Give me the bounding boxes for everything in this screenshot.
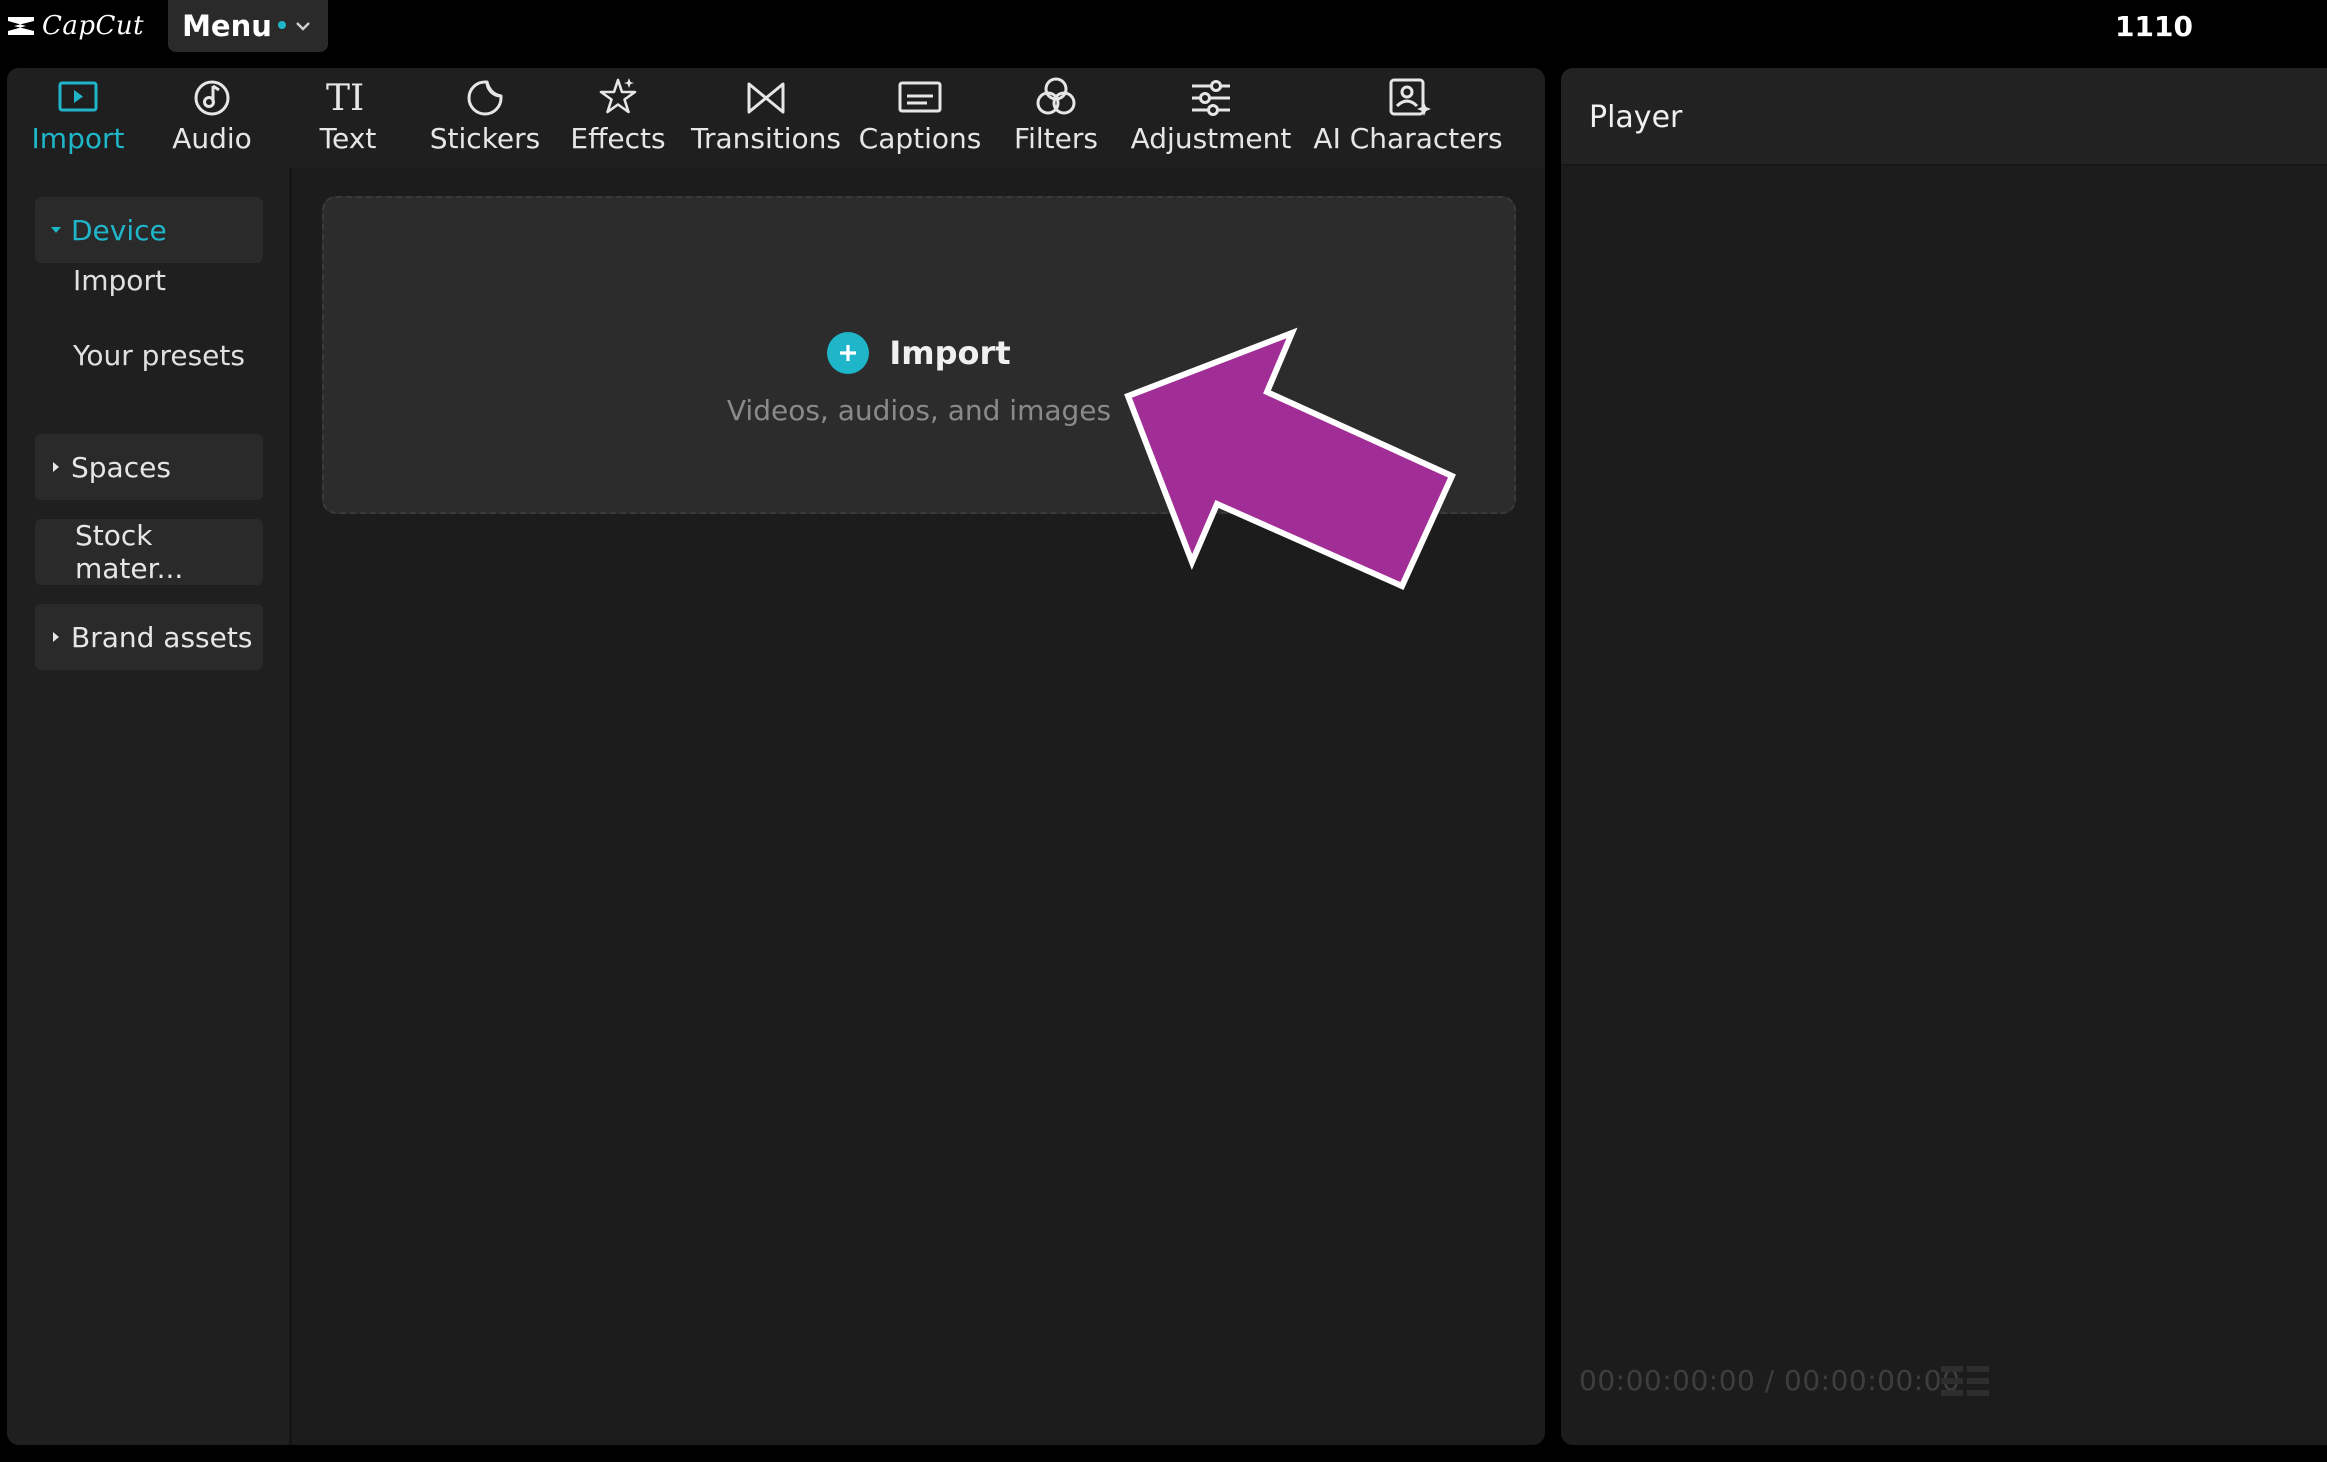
plus-icon	[827, 332, 870, 374]
menu-label: Menu	[182, 9, 272, 43]
counter-text: 1110	[2115, 10, 2193, 43]
tab-transitions[interactable]: Transitions	[691, 74, 841, 168]
transitions-icon	[747, 82, 785, 114]
filters-icon	[1036, 77, 1076, 115]
sidebar-item-brand-assets[interactable]: Brand assets	[35, 604, 263, 670]
import-sidebar: Device Import Your presets Spaces Stock …	[7, 168, 292, 1445]
player-header: Player	[1561, 68, 2327, 166]
tab-captions[interactable]: Captions	[855, 74, 985, 168]
ratio-grid-icon[interactable]	[1939, 1362, 1993, 1402]
media-panel: Import Audio TI Text Stickers Effects Tr…	[7, 68, 1545, 1445]
captions-icon	[898, 81, 942, 113]
sidebar-item-label: Brand assets	[71, 620, 253, 654]
sidebar-item-stock-material[interactable]: Stock mater...	[35, 519, 263, 585]
stickers-icon	[467, 80, 503, 116]
annotation-arrow-icon	[1124, 327, 1456, 590]
player-timecode: 00:00:00:00 / 00:00:00:00	[1579, 1364, 1961, 1397]
tab-filters[interactable]: Filters	[1001, 74, 1111, 168]
chevron-down-icon	[296, 22, 310, 31]
adjustment-icon	[1192, 80, 1230, 116]
tab-effects[interactable]: Effects	[563, 74, 673, 168]
sidebar-item-label: Device	[71, 213, 167, 247]
audio-icon	[194, 80, 230, 116]
app-name: CapCut	[42, 11, 145, 41]
player-title: Player	[1589, 100, 1683, 135]
sidebar-item-device[interactable]: Device	[35, 197, 263, 263]
tab-import[interactable]: Import	[23, 74, 133, 168]
ai-characters-icon	[1389, 78, 1431, 116]
sidebar-item-import[interactable]: Import	[73, 264, 166, 297]
tab-audio[interactable]: Audio	[157, 74, 267, 168]
player-panel: Player 00:00:00:00 / 00:00:00:00	[1561, 68, 2327, 1445]
tab-stickers[interactable]: Stickers	[425, 74, 545, 168]
import-icon	[58, 81, 98, 112]
menu-notification-dot	[277, 21, 286, 29]
tab-text[interactable]: TI Text	[293, 74, 403, 168]
tab-adjustment[interactable]: Adjustment	[1131, 74, 1291, 168]
caret-down-icon	[51, 227, 61, 233]
capcut-logo: CapCut	[6, 8, 144, 44]
svg-text:TI: TI	[326, 78, 364, 119]
caret-right-icon	[53, 632, 59, 642]
caret-right-icon	[53, 462, 59, 472]
tab-ai-characters[interactable]: AI Characters	[1303, 74, 1513, 168]
effects-icon	[599, 78, 637, 114]
text-icon: TI	[326, 78, 364, 119]
sidebar-item-label: Spaces	[71, 450, 171, 484]
import-title: Import	[889, 334, 1011, 372]
sidebar-item-spaces[interactable]: Spaces	[35, 434, 263, 500]
title-bar: CapCut Menu 1110	[0, 0, 2327, 68]
menu-button[interactable]: Menu	[168, 0, 328, 52]
sidebar-item-label: Stock mater...	[75, 519, 184, 585]
capcut-logo-icon	[8, 17, 34, 35]
sidebar-item-your-presets[interactable]: Your presets	[73, 339, 245, 372]
toolbar: Import Audio TI Text Stickers Effects Tr…	[7, 68, 1545, 168]
